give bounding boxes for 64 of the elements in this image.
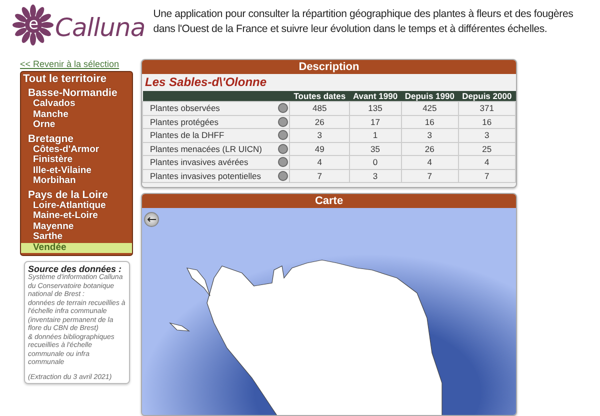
menu-item[interactable]: Ille-et-Vilaine: [21, 166, 132, 176]
table-cell: 3: [290, 128, 350, 142]
help-icon[interactable]: [278, 144, 288, 154]
column-header: Depuis 1990: [401, 91, 458, 102]
help-icon[interactable]: [278, 103, 288, 114]
table-cell: 1: [349, 128, 402, 142]
menu-item[interactable]: Morbihan: [21, 176, 132, 186]
menu-item[interactable]: Finistère: [21, 155, 132, 166]
flower-icon: [12, 4, 54, 46]
table-cell: 16: [401, 115, 458, 128]
help-icon[interactable]: [278, 157, 288, 168]
help-icon[interactable]: [278, 170, 288, 181]
table-cell: 4: [401, 156, 458, 169]
column-header: Avant 1990: [349, 91, 402, 102]
help-icon[interactable]: [278, 116, 288, 127]
table-cell: 26: [290, 115, 350, 128]
row-label-text: Plantes de la DHFF: [150, 130, 224, 140]
column-header: Depuis 2000: [458, 91, 516, 102]
menu-item[interactable]: Tout le territoire: [21, 73, 132, 85]
help-icon[interactable]: [278, 130, 288, 140]
menu-item[interactable]: Basse-Normandie: [21, 87, 132, 99]
table-cell: 371: [458, 102, 516, 115]
row-label-text: Plantes invasives avérées: [150, 157, 248, 168]
row-label-text: Plantes invasives potentielles: [150, 170, 262, 181]
table-cell: 7: [290, 169, 350, 182]
table-cell: 135: [349, 102, 402, 115]
table-cell: 3: [401, 128, 458, 142]
table-cell: 3: [349, 169, 402, 182]
back-link[interactable]: << Revenir à la sélection: [20, 59, 133, 69]
table-cell: 0: [349, 156, 402, 169]
menu-item[interactable]: Orne: [21, 120, 132, 130]
menu-item[interactable]: Côtes-d'Armor: [21, 144, 132, 155]
place-name: Les Sables-d\'Olonne: [144, 74, 268, 90]
menu-item[interactable]: Maine-et-Loire: [21, 211, 132, 222]
table-cell: 16: [458, 115, 516, 128]
table-cell: 7: [458, 169, 516, 182]
menu-item[interactable]: Vendée: [21, 242, 132, 253]
menu-item[interactable]: Loire-Atlantique: [21, 200, 132, 211]
panel-title: Carte: [142, 194, 516, 208]
logo-name: Calluna: [55, 12, 146, 42]
row-label-text: Plantes observées: [150, 103, 220, 114]
menu-item[interactable]: Sarthe: [21, 232, 132, 242]
menu-item[interactable]: Calvados: [21, 99, 132, 110]
menu-item[interactable]: Manche: [21, 110, 132, 120]
table-cell: 35: [349, 142, 402, 156]
table-cell: 25: [458, 142, 516, 156]
table-cell: 485: [290, 102, 350, 115]
menu-item[interactable]: Mayenne: [21, 222, 132, 232]
source-title: Source des données :: [28, 264, 122, 274]
table-cell: 26: [401, 142, 458, 156]
menu-item[interactable]: Bretagne: [21, 132, 132, 144]
table-cell: 425: [401, 102, 458, 115]
tagline: Une application pour consulter la répartition géographique des plantes à fleurs et des fougères dans l'Ouest de la France et suivre leur évolution dans le temps et à différentes échelles.: [153, 7, 574, 37]
menu-item[interactable]: Pays de la Loire: [21, 188, 132, 200]
table-cell: 7: [401, 169, 458, 182]
row-label-text: Plantes menacées (LR UICN): [150, 144, 262, 154]
table-cell: 17: [349, 115, 402, 128]
table-cell: 3: [458, 128, 516, 142]
table-cell: 4: [458, 156, 516, 169]
table-cell: 4: [290, 156, 350, 169]
left-arrow-icon: [147, 217, 156, 222]
panel-title: Description: [142, 60, 516, 74]
row-label-text: Plantes protégées: [150, 116, 219, 127]
table-cell: 49: [290, 142, 350, 156]
